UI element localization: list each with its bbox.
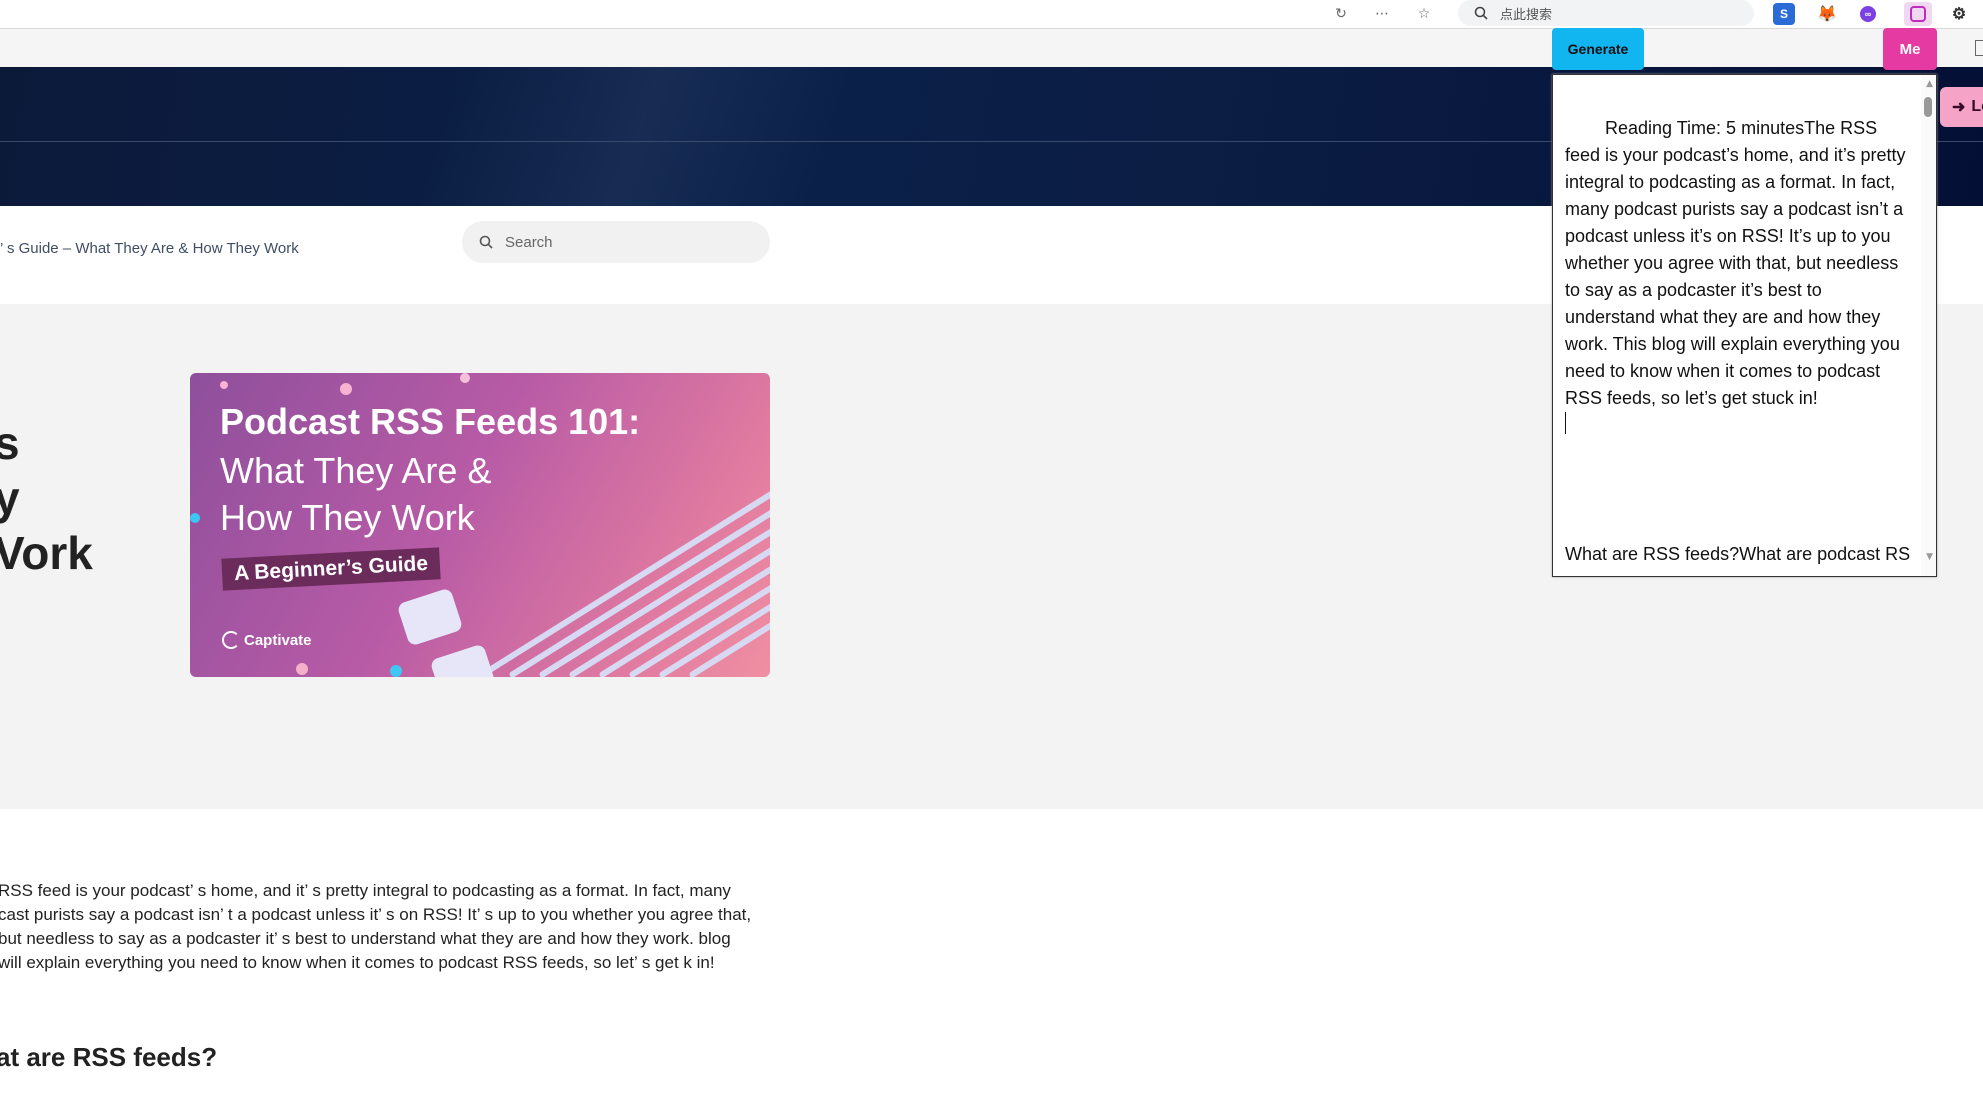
cover-subheading-line: What They Are & [220,450,492,491]
confetti-dot [296,663,308,675]
scroll-down-icon[interactable]: ▼ [1926,552,1933,562]
brand-label: Captivate [244,631,312,649]
captivate-logo: Captivate [222,631,312,649]
confetti-dot [220,381,228,389]
cover-subheading-line: How They Work [220,497,475,538]
output-text: Reading Time: 5 minutesThe RSS feed is y… [1565,118,1906,408]
extension-panel: Generate Me Reading Time: 5 minutesThe R… [1552,28,1937,577]
cover-heading: Podcast RSS Feeds 101: [220,401,641,442]
page-title: s y Vork [0,416,93,581]
rss-icon [396,587,464,647]
output-textarea[interactable]: Reading Time: 5 minutesThe RSS feed is y… [1552,74,1937,577]
login-button[interactable]: ➜ Lo [1940,87,1983,127]
scroll-up-icon[interactable]: ▲ [1926,79,1933,89]
site-search-input[interactable]: Search [462,221,770,263]
sidebar-toggle-icon[interactable] [1975,40,1983,56]
search-icon [479,235,493,249]
scrollbar-thumb[interactable] [1924,97,1932,117]
article-body: RSS feed is your podcast’ s home, and it… [0,809,1983,1093]
cover-image: Podcast RSS Feeds 101: What They Are & H… [190,373,770,677]
article-heading: at are RSS feeds? [0,1042,218,1072]
breadcrumb[interactable]: ’ s Guide – What They Are & How They Wor… [0,240,299,257]
browser-toolbar: ↻ ⋯ ☆ 点此搜索 S 🦊 ∞ ⚙ [0,0,1983,29]
page-title-line: Vork [0,527,93,579]
browser-search-input[interactable]: 点此搜索 [1458,0,1754,26]
confetti-dot [340,383,352,395]
confetti-dot [460,373,470,383]
cover-subheading: What They Are & How They Work [220,447,491,541]
browser-search-placeholder: 点此搜索 [1500,7,1553,23]
search-icon [1474,6,1488,20]
scrollbar[interactable]: ▲ ▼ [1921,75,1936,576]
login-icon: ➜ [1952,99,1966,116]
bookmark-star-icon[interactable]: ☆ [1414,4,1434,24]
s-ext-icon[interactable]: S [1773,3,1795,25]
refresh-translate-icon[interactable]: ↻ [1331,4,1351,24]
confetti-dot [190,513,200,523]
text-caret [1565,412,1566,434]
output-footer-text: What are RSS feeds?What are podcast RSS [1565,544,1910,564]
more-options-icon[interactable]: ⋯ [1372,4,1392,24]
hero-decoration [180,67,1080,206]
captivate-icon [222,631,240,649]
metamask-icon[interactable]: 🦊 [1816,3,1838,25]
cover-badge: A Beginner’s Guide [221,547,441,591]
site-search-placeholder: Search [505,233,553,251]
rss-icon [429,643,497,677]
purple-ext-icon[interactable]: ∞ [1860,6,1876,22]
generate-button[interactable]: Generate [1552,28,1644,70]
puzzle-icon[interactable]: ⚙ [1948,3,1970,25]
me-button[interactable]: Me [1883,28,1937,70]
page-title-line: y [0,472,20,524]
article-paragraph: RSS feed is your podcast’ s home, and it… [0,881,752,972]
page-title-line: s [0,417,20,469]
confetti-dot [390,665,402,677]
chat-ext-icon[interactable] [1904,2,1932,26]
login-label: Lo [1971,98,1983,115]
